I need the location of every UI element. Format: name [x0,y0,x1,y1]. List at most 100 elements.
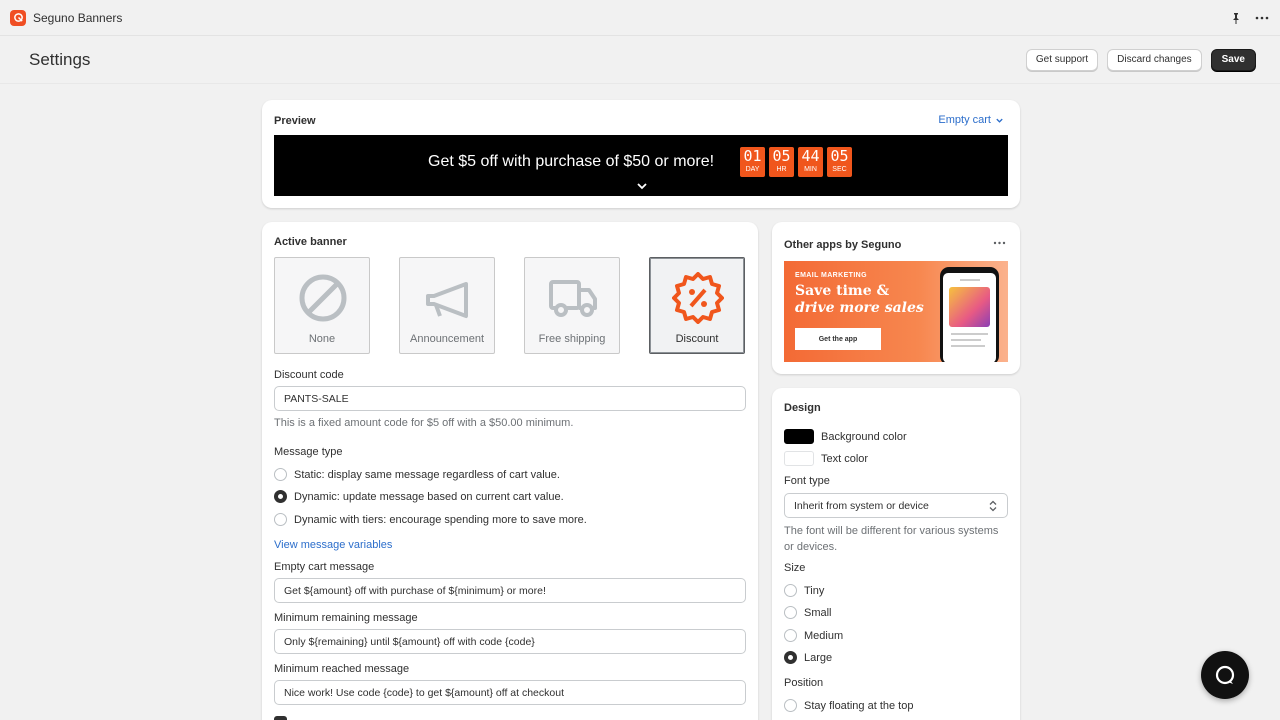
discount-code-help: This is a fixed amount code for $5 off w… [274,417,574,429]
size-small[interactable]: Small [784,606,832,619]
radio-button[interactable] [274,468,287,481]
banner-option-none[interactable]: None [274,257,370,354]
background-color-row[interactable]: Background color [784,429,907,444]
background-color-swatch[interactable] [784,429,814,444]
radio-label: Tiny [804,584,825,597]
discount-code-label: Discount code [274,369,344,381]
position-label: Position [784,677,824,689]
empty-cart-message-label: Empty cart message [274,561,375,573]
app-topbar: Seguno Banners [0,0,1280,36]
message-type-tiers[interactable]: Dynamic with tiers: encourage spending m… [274,513,587,526]
message-type-static[interactable]: Static: display same message regardless … [274,468,560,481]
design-card: Design Background color Text color Font … [772,388,1020,720]
banner-preview: Get $5 off with purchase of $50 or more!… [274,135,1008,196]
chevron-down-icon [996,118,1003,123]
prohibited-icon [299,274,347,322]
text-color-swatch[interactable] [784,451,814,466]
select-caret-icon [989,500,997,512]
other-apps-card: Other apps by Seguno EMAIL MARKETING Sav… [772,222,1020,374]
banner-expand-chevron-icon[interactable] [636,180,648,192]
radio-button[interactable] [274,490,287,503]
page-header: Settings Get support Discard changes Sav… [0,36,1280,84]
position-floating-top[interactable]: Stay floating at the top [784,699,913,712]
size-large[interactable]: Large [784,651,832,664]
radio-label: Small [804,606,832,619]
font-type-select[interactable]: Inherit from system or device [784,493,1008,518]
radio-button[interactable] [784,651,797,664]
preview-card: Preview Empty cart Get $5 off with purch… [262,100,1020,208]
font-type-value: Inherit from system or device [794,499,929,512]
email-marketing-promo[interactable]: EMAIL MARKETING Save time & drive more s… [784,261,1008,362]
radio-button[interactable] [784,606,797,619]
seguno-logo-icon [10,9,26,26]
size-tiny[interactable]: Tiny [784,584,824,597]
more-options-icon[interactable] [993,233,1006,248]
minimum-reached-input[interactable]: Nice work! Use code {code} to get ${amou… [274,680,746,705]
radio-button[interactable] [784,629,797,642]
banner-option-free-shipping[interactable]: Free shipping [524,257,620,354]
radio-button[interactable] [784,584,797,597]
discount-code-input[interactable]: PANTS-SALE [274,386,746,411]
active-banner-card: Active banner None Announcement Free shi… [262,222,758,720]
radio-label: Static: display same message regardless … [294,468,560,481]
pin-icon[interactable] [1228,10,1244,26]
radio-label: Dynamic: update message based on current… [294,490,564,503]
get-the-app-button[interactable]: Get the app [795,328,881,350]
more-options-icon[interactable] [1254,10,1270,26]
message-type-dynamic[interactable]: Dynamic: update message based on current… [274,490,564,503]
chat-icon [1215,665,1235,685]
minimum-reached-label: Minimum reached message [274,663,410,675]
phone-screen [943,273,996,362]
save-button[interactable]: Save [1210,48,1256,71]
background-color-label: Background color [821,430,907,443]
countdown-value: 44 [801,147,820,165]
font-type-help: The font will be different for various s… [784,525,999,553]
promo-kicker: EMAIL MARKETING [795,272,867,279]
promo-headline-line: drive more sales [795,300,924,316]
message-type-label: Message type [274,446,343,458]
megaphone-icon [426,282,468,318]
countdown-second: 05 SEC [827,147,852,177]
countdown-value: 05 [830,147,849,165]
view-message-variables-link[interactable]: View message variables [274,539,392,551]
text-color-row[interactable]: Text color [784,451,868,466]
radio-label: Large [804,651,833,664]
size-label: Size [784,562,806,574]
get-support-button[interactable]: Get support [1025,48,1099,71]
radio-label: Stay floating at the top [804,699,914,712]
countdown-label: DAY [745,166,760,173]
countdown-timer: 01 DAY 05 HR 44 MIN 05 SEC [740,147,852,177]
radio-button[interactable] [784,699,797,712]
discard-changes-button[interactable]: Discard changes [1107,48,1202,71]
countdown-value: 05 [772,147,791,165]
size-medium[interactable]: Medium [784,629,843,642]
countdown-minute: 44 MIN [798,147,823,177]
help-chat-button[interactable] [1201,651,1249,699]
radio-button[interactable] [274,513,287,526]
banner-option-label: Discount [675,333,719,345]
banner-text: Get $5 off with purchase of $50 or more! [428,153,715,170]
minimum-remaining-input[interactable]: Only ${remaining} until ${amount} off wi… [274,629,746,654]
radio-label: Dynamic with tiers: encourage spending m… [294,513,587,526]
preview-state-value: Empty cart [938,114,991,126]
empty-cart-message-input[interactable]: Get ${amount} off with purchase of ${min… [274,578,746,603]
minimum-remaining-label: Minimum remaining message [274,612,418,624]
countdown-label: HR [776,166,787,173]
banner-option-announcement[interactable]: Announcement [399,257,495,354]
text-color-label: Text color [821,452,869,465]
banner-option-label: Announcement [410,333,484,345]
truck-icon [549,280,597,317]
phone-mockup-image [940,267,999,362]
phone-line [951,345,985,347]
banner-option-discount[interactable]: Discount [649,257,745,354]
checkbox[interactable] [274,716,287,720]
font-type-label: Font type [784,475,830,487]
countdown-day: 01 DAY [740,147,765,177]
countdown-hour: 05 HR [769,147,794,177]
phone-line [951,339,981,341]
preview-state-select[interactable]: Empty cart [938,114,1004,126]
discount-badge-icon [672,272,724,324]
active-banner-title: Active banner [274,236,347,248]
phone-photo [949,287,990,327]
promo-headline: Save time & drive more sales [795,283,945,317]
